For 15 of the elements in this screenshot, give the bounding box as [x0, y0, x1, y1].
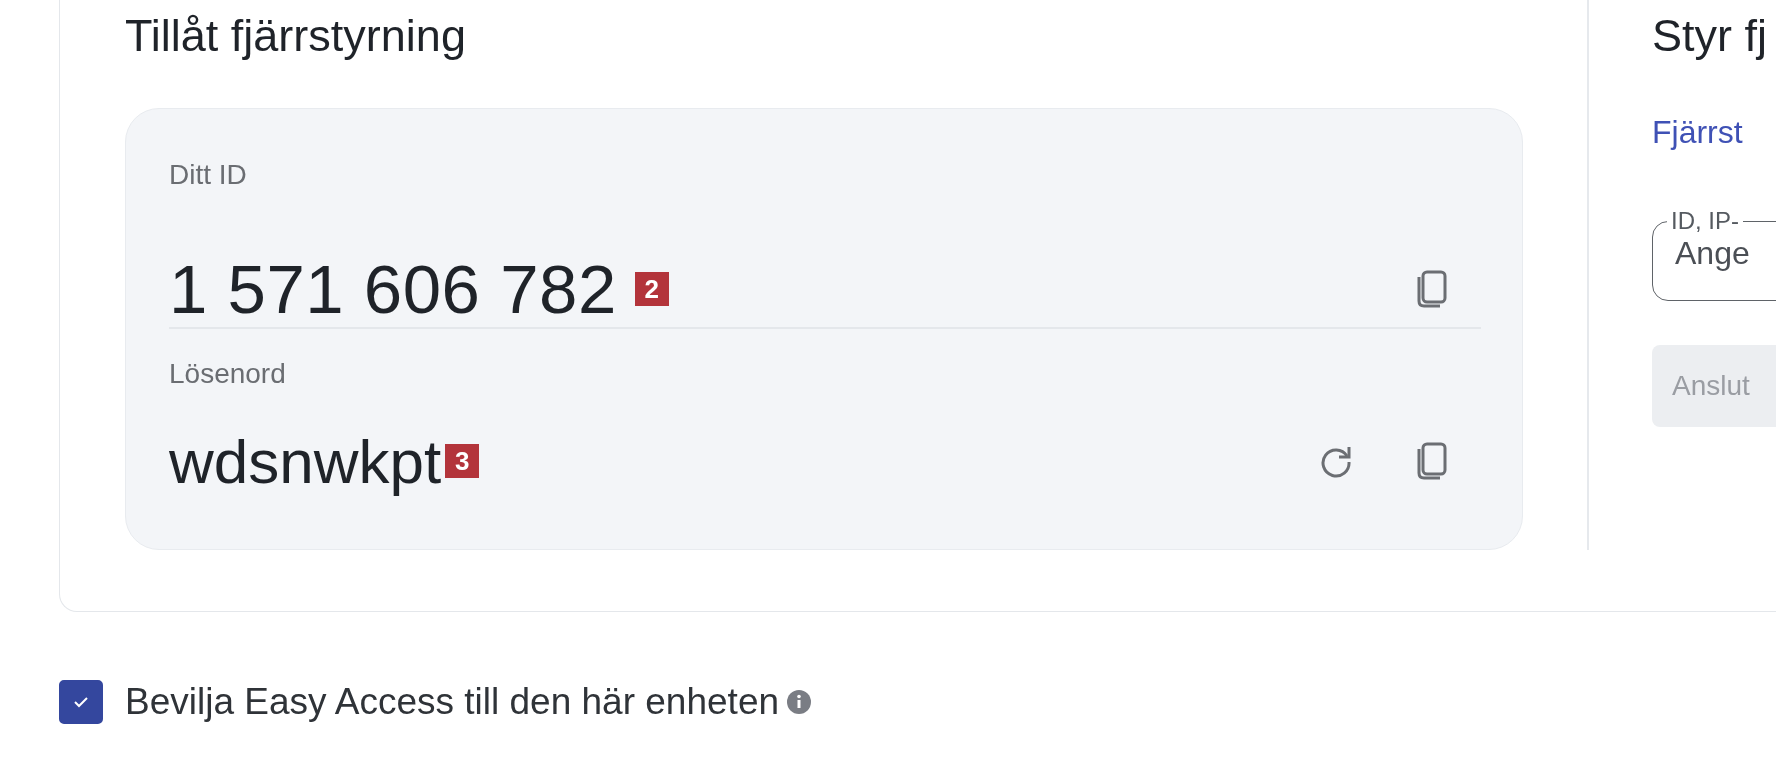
section-title: Tillåt fjärrstyrning	[125, 12, 467, 60]
checkmark-icon	[72, 695, 90, 709]
password-label: Lösenord	[169, 358, 287, 390]
info-icon[interactable]	[787, 690, 812, 714]
callout-badge: 3	[445, 444, 480, 478]
section-title: Styr fj	[1652, 12, 1767, 60]
password-value: wdsnwkpt	[169, 425, 442, 497]
id-value: 1 571 606 782	[169, 249, 617, 329]
callout-badge: 2	[634, 272, 669, 306]
checkbox[interactable]	[59, 680, 103, 724]
checkbox-label: Bevilja Easy Access till den här enheten	[125, 681, 780, 723]
remote-link[interactable]: Fjärrst	[1652, 114, 1743, 151]
field-label: ID, IP-	[1670, 209, 1740, 233]
id-label: Ditt ID	[169, 159, 248, 191]
input-field[interactable]: Ange	[1675, 233, 1776, 272]
